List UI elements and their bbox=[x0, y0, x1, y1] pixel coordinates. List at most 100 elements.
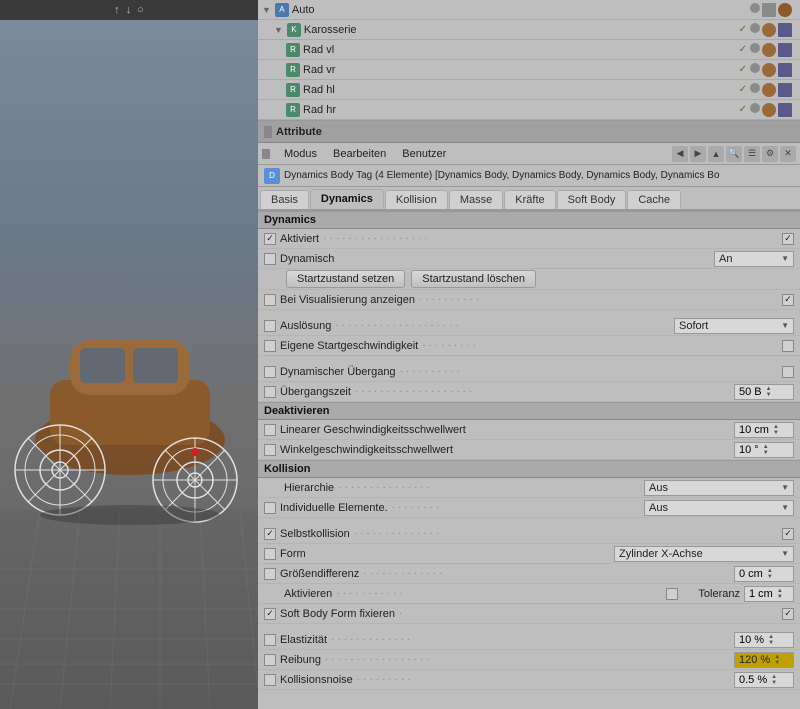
elastizitaet-row: Elastizität ············· 10 % ▲ ▼ bbox=[258, 630, 800, 650]
linear-checkbox[interactable] bbox=[264, 424, 276, 436]
radvl-name: Rad vl bbox=[303, 44, 739, 56]
softbody-value[interactable] bbox=[782, 608, 794, 620]
ausloesung-dropdown[interactable]: Sofort ▼ bbox=[674, 318, 794, 334]
toleranz-down[interactable]: ▼ bbox=[777, 594, 783, 600]
startzustand-row: Startzustand setzen Startzustand löschen bbox=[258, 269, 800, 290]
eigene-value[interactable] bbox=[782, 340, 794, 352]
toolbar-icon-circle[interactable]: ○ bbox=[137, 4, 144, 16]
aktiviert-checkbox[interactable] bbox=[264, 233, 276, 245]
groessen-row: Größendifferenz ············· 0 cm ▲ ▼ bbox=[258, 564, 800, 584]
aktivieren-checkbox[interactable] bbox=[666, 588, 678, 600]
form-row: Form Zylinder X-Achse ▼ bbox=[258, 544, 800, 564]
hierarchie-dropdown[interactable]: Aus ▼ bbox=[644, 480, 794, 496]
dynamisch-dropdown[interactable]: An ▼ bbox=[714, 251, 794, 267]
winkel-down[interactable]: ▼ bbox=[763, 450, 769, 456]
hierarchie-row: Hierarchie ··············· Aus ▼ bbox=[258, 478, 800, 498]
noise-down[interactable]: ▼ bbox=[771, 680, 777, 686]
kollisionsnoise-spinbox[interactable]: 0.5 % ▲ ▼ bbox=[734, 672, 794, 688]
hierarchie-label: Hierarchie bbox=[284, 482, 334, 494]
elastizitaet-spinbox[interactable]: 10 % ▲ ▼ bbox=[734, 632, 794, 648]
groessen-checkbox[interactable] bbox=[264, 568, 276, 580]
menu-modus[interactable]: Modus bbox=[276, 146, 325, 162]
toolbar-icon-up[interactable]: ↑ bbox=[114, 4, 120, 16]
tab-kraefte[interactable]: Kräfte bbox=[504, 190, 555, 209]
tab-dynamics[interactable]: Dynamics bbox=[310, 189, 384, 209]
winkel-label: Winkelgeschwindigkeitsschwellwert bbox=[280, 444, 453, 456]
groessen-down[interactable]: ▼ bbox=[767, 574, 773, 580]
scene-row-radvl[interactable]: R Rad vl ✓ bbox=[258, 40, 800, 60]
startzustand-loeschen-button[interactable]: Startzustand löschen bbox=[411, 270, 536, 288]
scene-row-karosserie[interactable]: ▼ K Karosserie ✓ bbox=[258, 20, 800, 40]
uebergangszeit-checkbox[interactable] bbox=[264, 386, 276, 398]
tab-soft-body[interactable]: Soft Body bbox=[557, 190, 627, 209]
tabs-bar: Basis Dynamics Kollision Masse Kräfte So… bbox=[258, 187, 800, 211]
tab-masse[interactable]: Masse bbox=[449, 190, 503, 209]
nav-close[interactable]: ✕ bbox=[780, 146, 796, 162]
reibung-checkbox[interactable] bbox=[264, 654, 276, 666]
header-grip bbox=[264, 126, 272, 138]
selbst-value[interactable] bbox=[782, 528, 794, 540]
startzustand-setzen-button[interactable]: Startzustand setzen bbox=[286, 270, 405, 288]
menu-bar: Modus Bearbeiten Benutzer ◀ ▶ ▲ 🔍 ☰ ⚙ ✕ bbox=[258, 143, 800, 165]
aktiviert-row: Aktiviert ················· bbox=[258, 229, 800, 249]
uebergangszeit-spinbox[interactable]: 50 B ▲ ▼ bbox=[734, 384, 794, 400]
softbody-form-row: Soft Body Form fixieren · bbox=[258, 604, 800, 624]
toleranz-spinbox[interactable]: 1 cm ▲ ▼ bbox=[744, 586, 794, 602]
ausloesung-checkbox[interactable] bbox=[264, 320, 276, 332]
kollisionsnoise-checkbox[interactable] bbox=[264, 674, 276, 686]
ausloesung-row: Auslösung ···················· Sofort ▼ bbox=[258, 316, 800, 336]
dynamischer-row: Dynamischer Übergang ·········· bbox=[258, 362, 800, 382]
individuelle-row: Individuelle Elemente. ········ Aus ▼ bbox=[258, 498, 800, 518]
scene-row-radhr[interactable]: R Rad hr ✓ bbox=[258, 100, 800, 120]
tab-cache[interactable]: Cache bbox=[627, 190, 681, 209]
individuelle-checkbox[interactable] bbox=[264, 502, 276, 514]
individuelle-dropdown[interactable]: Aus ▼ bbox=[644, 500, 794, 516]
nav-up[interactable]: ▲ bbox=[708, 146, 724, 162]
menu-benutzer[interactable]: Benutzer bbox=[394, 146, 454, 162]
viewport-panel: ↑ ↓ ○ bbox=[0, 0, 258, 709]
softbody-checkbox[interactable] bbox=[264, 608, 276, 620]
reibung-spinbox[interactable]: 120 % ▲ ▼ bbox=[734, 652, 794, 668]
elastizitaet-checkbox[interactable] bbox=[264, 634, 276, 646]
form-checkbox[interactable] bbox=[264, 548, 276, 560]
nav-forward[interactable]: ▶ bbox=[690, 146, 706, 162]
radhl-name: Rad hl bbox=[303, 84, 739, 96]
attribute-title: Attribute bbox=[276, 126, 322, 138]
winkel-spinbox[interactable]: 10 ° ▲ ▼ bbox=[734, 442, 794, 458]
auto-name: Auto bbox=[292, 4, 750, 16]
winkel-checkbox[interactable] bbox=[264, 444, 276, 456]
nav-back[interactable]: ◀ bbox=[672, 146, 688, 162]
spinbox-down[interactable]: ▼ bbox=[766, 392, 772, 398]
elast-down[interactable]: ▼ bbox=[768, 640, 774, 646]
tab-kollision[interactable]: Kollision bbox=[385, 190, 448, 209]
dynamischer-checkbox[interactable] bbox=[264, 366, 276, 378]
groessen-spinbox[interactable]: 0 cm ▲ ▼ bbox=[734, 566, 794, 582]
scene-row-auto[interactable]: ▼ A Auto bbox=[258, 0, 800, 20]
menu-bearbeiten[interactable]: Bearbeiten bbox=[325, 146, 394, 162]
scene-row-radhl[interactable]: R Rad hl ✓ bbox=[258, 80, 800, 100]
form-dropdown[interactable]: Zylinder X-Achse ▼ bbox=[614, 546, 794, 562]
dynamischer-value[interactable] bbox=[782, 366, 794, 378]
tab-basis[interactable]: Basis bbox=[260, 190, 309, 209]
nav-settings[interactable]: ⚙ bbox=[762, 146, 778, 162]
spinbox-arrows: ▲ ▼ bbox=[766, 386, 772, 398]
dynamischer-label: Dynamischer Übergang bbox=[280, 366, 396, 378]
form-label: Form bbox=[280, 548, 306, 560]
kollision-header: Kollision bbox=[258, 460, 800, 478]
dynamisch-checkbox[interactable] bbox=[264, 253, 276, 265]
aktiviert-value-check[interactable] bbox=[782, 233, 794, 245]
nav-bookmark[interactable]: ☰ bbox=[744, 146, 760, 162]
visualisierung-value[interactable] bbox=[782, 294, 794, 306]
selbst-checkbox[interactable] bbox=[264, 528, 276, 540]
reibung-down[interactable]: ▼ bbox=[774, 660, 780, 666]
scene-hierarchy: ▼ A Auto ▼ K Karosserie ✓ bbox=[258, 0, 800, 121]
toolbar-icon-down[interactable]: ↓ bbox=[126, 4, 132, 16]
scene-row-radvr[interactable]: R Rad vr ✓ bbox=[258, 60, 800, 80]
linear-spinbox[interactable]: 10 cm ▲ ▼ bbox=[734, 422, 794, 438]
linear-down[interactable]: ▼ bbox=[773, 430, 779, 436]
aktivieren-row: Aktivieren ··········· Toleranz 1 cm ▲ ▼ bbox=[258, 584, 800, 604]
visualisierung-checkbox[interactable] bbox=[264, 294, 276, 306]
eigene-checkbox[interactable] bbox=[264, 340, 276, 352]
nav-search[interactable]: 🔍 bbox=[726, 146, 742, 162]
selbst-label: Selbstkollision bbox=[280, 528, 350, 540]
